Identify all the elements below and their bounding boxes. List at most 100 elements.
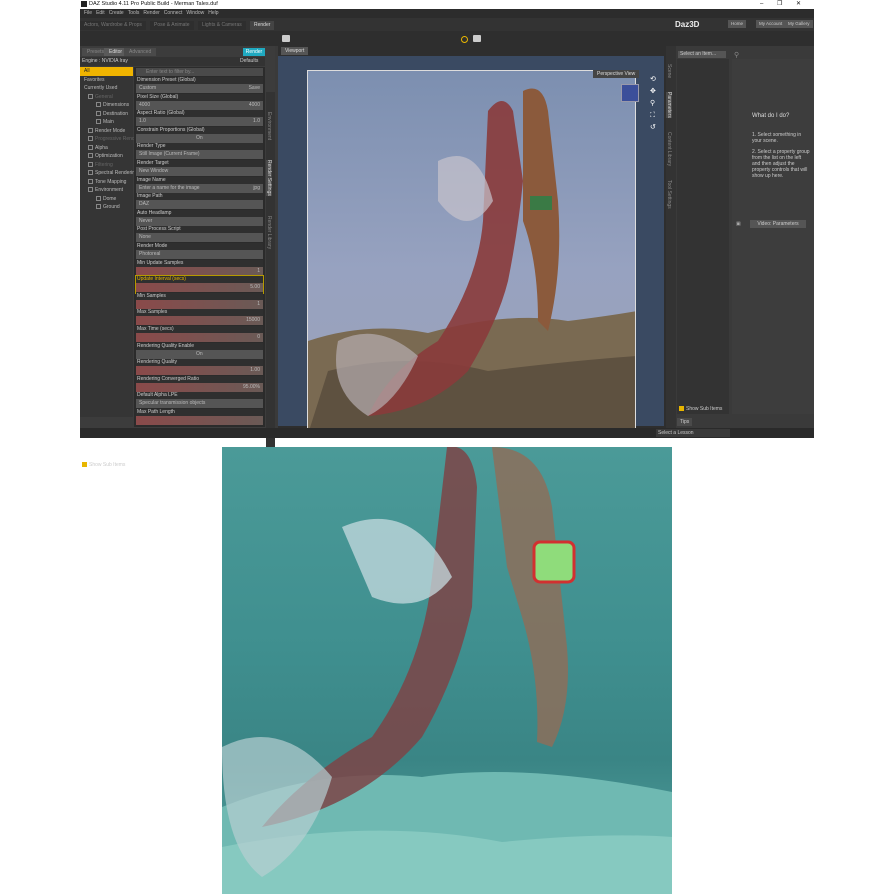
view-cube-icon[interactable] — [621, 84, 639, 102]
param-value-2[interactable]: 1.0 — [253, 117, 260, 126]
category-item[interactable]: Tone Mapping — [80, 178, 133, 187]
category-item[interactable]: Favorites — [80, 76, 133, 85]
param-value: Custom — [139, 85, 157, 91]
side-tab-content-library[interactable]: Content Library — [666, 132, 672, 166]
engine-selector[interactable]: Engine : NVIDIA Iray Defaults — [80, 57, 265, 66]
category-item[interactable]: Filtering — [80, 161, 133, 170]
menu-render[interactable]: Render — [143, 10, 159, 16]
pan-icon[interactable]: ✥ — [650, 86, 656, 98]
viewport-tab[interactable]: Viewport — [281, 47, 309, 55]
category-item[interactable]: Spectral Rendering — [80, 169, 138, 178]
menu-edit[interactable]: Edit — [96, 10, 105, 16]
menu-help[interactable]: Help — [208, 10, 218, 16]
category-item[interactable]: Dimensions — [80, 101, 133, 110]
category-item[interactable]: General — [80, 93, 133, 102]
my-gallery-button[interactable]: My Gallery — [785, 20, 813, 28]
menu-connect[interactable]: Connect — [164, 10, 183, 16]
render-button[interactable]: Render — [243, 48, 265, 56]
param-slider[interactable]: 1.00 — [136, 366, 263, 376]
param-dropdown[interactable]: Never — [136, 216, 263, 226]
camera-icon[interactable] — [282, 35, 290, 42]
search-icon[interactable]: ⚲ — [734, 51, 739, 59]
tips-tab[interactable]: Tips — [677, 418, 693, 426]
lesson-dropdown[interactable]: Select a Lesson — [656, 429, 730, 437]
param-slider[interactable]: 5.00 — [136, 283, 263, 293]
side-tab-tool-settings[interactable]: Tool Settings — [666, 180, 672, 209]
param-toggle[interactable]: On — [136, 349, 263, 359]
category-item[interactable]: Alpha — [80, 144, 133, 153]
zoom-icon[interactable]: ⚲ — [650, 98, 656, 110]
param-extra-button[interactable]: Save — [249, 84, 260, 93]
param-dropdown[interactable]: None — [136, 233, 263, 243]
param-pair[interactable]: 4000 4000 — [136, 100, 263, 110]
side-tab-parameters[interactable]: Parameters — [666, 92, 672, 119]
param-slider[interactable]: 15000 — [136, 316, 263, 326]
show-sub-items-checkbox[interactable]: Show Sub Items — [82, 462, 125, 468]
param-label: Image Name — [136, 176, 263, 184]
my-account-button[interactable]: My Account — [756, 20, 786, 28]
reset-icon[interactable]: ↺ — [650, 122, 656, 134]
tab-advanced[interactable]: Advanced — [124, 48, 157, 56]
left-side-tabs: Environment Render Settings Render Libra… — [266, 92, 275, 474]
tab-lights-cameras[interactable]: Lights & Cameras — [198, 21, 246, 30]
filter-input[interactable]: Enter text to filter by... — [136, 68, 263, 76]
param-pair[interactable]: 1.0 1.0 — [136, 117, 263, 127]
close-button[interactable]: ✕ — [796, 0, 801, 9]
param-row: Image Path DAZ — [136, 193, 263, 210]
param-dropdown[interactable]: Specular transmission objects — [136, 399, 263, 409]
param-value-2[interactable]: 4000 — [249, 101, 260, 110]
minimize-button[interactable]: – — [760, 0, 763, 9]
param-toggle[interactable]: On — [136, 133, 263, 143]
tab-render[interactable]: Render — [250, 21, 275, 30]
category-item[interactable]: Render Mode — [80, 127, 133, 136]
category-item[interactable]: All — [80, 67, 133, 76]
category-item[interactable]: Ground — [80, 203, 133, 212]
perspective-view-dropdown[interactable]: Perspective View — [593, 70, 640, 78]
side-tab-scene[interactable]: Scene — [666, 64, 672, 78]
category-item[interactable]: Optimization — [80, 152, 133, 161]
category-item[interactable]: Main — [80, 118, 133, 127]
param-row: Constrain Proportions (Global) On — [136, 126, 263, 144]
side-tab-environment[interactable]: Environment — [266, 112, 272, 140]
param-dropdown[interactable]: DAZ — [136, 200, 263, 210]
show-sub-items-checkbox-right[interactable]: Show Sub Items — [679, 406, 722, 412]
param-dropdown[interactable]: New Window — [136, 167, 263, 176]
param-dropdown[interactable]: Enter a name for the image jpg — [136, 183, 263, 193]
param-extra-button[interactable]: jpg — [253, 184, 260, 193]
tab-pose-animate[interactable]: Pose & Animate — [150, 21, 194, 30]
checkbox-icon — [96, 204, 101, 210]
param-value: 0 — [257, 334, 260, 340]
checkbox-icon — [96, 102, 101, 108]
home-button[interactable]: Home — [728, 20, 747, 28]
param-slider[interactable] — [136, 416, 263, 425]
param-slider[interactable]: 1 — [136, 299, 263, 309]
video-parameters-button[interactable]: Video: Parameters — [750, 220, 806, 228]
category-item[interactable]: Dome — [80, 195, 133, 204]
menu-file[interactable]: File — [84, 10, 92, 16]
orbit-icon[interactable]: ⟲ — [650, 74, 656, 86]
param-value: New Window — [139, 168, 169, 174]
tab-actors-wardrobe-props[interactable]: Actors, Wardrobe & Props — [80, 21, 146, 30]
render-camera-icon[interactable] — [473, 35, 481, 42]
viewport-scene[interactable] — [307, 70, 636, 433]
select-item-dropdown[interactable]: Select an Item... — [678, 51, 726, 58]
menu-window[interactable]: Window — [186, 10, 204, 16]
category-item[interactable]: Environment — [80, 186, 133, 195]
category-item[interactable]: Progressive Render — [80, 135, 139, 144]
param-slider[interactable]: 95.00% — [136, 382, 263, 392]
frame-icon[interactable]: ⛶ — [650, 110, 656, 122]
param-dropdown[interactable]: Photoreal — [136, 250, 263, 259]
param-slider[interactable]: 1 — [136, 266, 263, 276]
param-dropdown[interactable]: Custom Save — [136, 84, 263, 93]
category-item[interactable]: Currently Used — [80, 84, 133, 93]
side-tab-render-settings[interactable]: Render Settings — [266, 160, 272, 196]
iray-preview-icon[interactable] — [461, 36, 468, 43]
param-dropdown[interactable]: Still Image (Current Frame) — [136, 150, 263, 160]
menu-create[interactable]: Create — [109, 10, 124, 16]
side-tab-render-library[interactable]: Render Library — [266, 216, 272, 249]
category-item[interactable]: Destination — [80, 110, 133, 119]
maximize-button[interactable]: ❐ — [777, 0, 782, 9]
menu-tools[interactable]: Tools — [128, 10, 140, 16]
param-slider[interactable]: 0 — [136, 333, 263, 342]
defaults-button[interactable]: Defaults — [240, 57, 258, 66]
